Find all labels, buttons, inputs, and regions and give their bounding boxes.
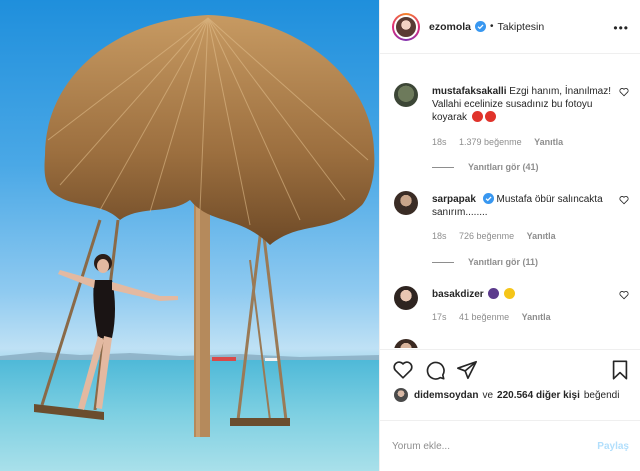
view-replies-button[interactable]: Yanıtları gör (11) bbox=[432, 257, 538, 267]
comment-time: 18s bbox=[432, 231, 447, 241]
post-side-panel: ezomola • Takiptesin ••• mustafaksakalli… bbox=[379, 0, 640, 471]
post-comment-button[interactable]: Paylaş bbox=[597, 441, 629, 452]
comment-likes[interactable]: 41 beğenme bbox=[459, 312, 509, 322]
verified-badge-icon bbox=[475, 21, 487, 32]
comment-likes[interactable]: 726 beğenme bbox=[459, 231, 514, 241]
heart-icon[interactable] bbox=[392, 359, 414, 381]
add-comment-bar: Paylaş bbox=[380, 420, 640, 471]
angry-emoji-icon bbox=[484, 111, 496, 122]
reply-button[interactable]: Yanıtla bbox=[534, 137, 563, 147]
bookmark-icon[interactable] bbox=[609, 359, 631, 381]
comment-text-block: basakdizer bbox=[432, 288, 612, 301]
comments-list: mustafaksakalli Ezgi hanım, İnanılmaz! V… bbox=[380, 55, 640, 348]
post-photo[interactable] bbox=[0, 0, 379, 471]
likes-suffix: beğendi bbox=[583, 389, 620, 401]
post-header: ezomola • Takiptesin ••• bbox=[380, 0, 640, 54]
likes-connector: ve bbox=[482, 389, 494, 401]
comment-meta: 18s 1.379 beğenme Yanıtla bbox=[432, 137, 573, 147]
separator-dot: • bbox=[490, 21, 494, 32]
like-comment-heart-icon[interactable] bbox=[619, 195, 629, 205]
commenter-avatar[interactable] bbox=[394, 339, 418, 348]
comment-meta: 18s 726 beğenme Yanıtla bbox=[432, 231, 566, 241]
comment-username[interactable]: mustafaksakalli bbox=[432, 86, 507, 97]
comment-username[interactable]: sarpapak bbox=[432, 194, 476, 205]
comment-likes[interactable]: 1.379 beğenme bbox=[459, 137, 522, 147]
like-comment-heart-icon[interactable] bbox=[619, 87, 629, 97]
share-icon[interactable] bbox=[456, 359, 478, 381]
likes-count[interactable]: 220.564 diğer kişi bbox=[497, 390, 580, 401]
reply-button[interactable]: Yanıtla bbox=[527, 231, 556, 241]
beach-umbrella-swing-image bbox=[0, 15, 379, 471]
comment-time: 17s bbox=[432, 312, 447, 322]
commenter-avatar[interactable] bbox=[394, 286, 418, 310]
comment-text-block: mustafaksakalli Ezgi hanım, İnanılmaz! V… bbox=[432, 85, 612, 124]
grinning-emoji-icon bbox=[504, 288, 516, 299]
comment-username[interactable]: basakdizer bbox=[432, 289, 484, 300]
verified-badge-icon bbox=[482, 193, 494, 204]
comment-time: 18s bbox=[432, 137, 447, 147]
author-avatar[interactable] bbox=[392, 12, 420, 41]
author-username[interactable]: ezomola bbox=[429, 21, 471, 33]
comment-input[interactable] bbox=[392, 440, 598, 452]
more-icon[interactable]: ••• bbox=[613, 21, 629, 35]
commenter-avatar[interactable] bbox=[394, 83, 418, 107]
comment-text-block: sarpapak Mustafa öbür salıncakta sanırım… bbox=[432, 193, 612, 219]
angry-emoji-icon bbox=[471, 111, 483, 122]
view-replies-button[interactable]: Yanıtları gör (41) bbox=[432, 162, 539, 172]
liker-avatar[interactable] bbox=[394, 388, 408, 402]
likes-summary: didemsoydan ve 220.564 diğer kişi beğend… bbox=[394, 387, 634, 403]
reply-button[interactable]: Yanıtla bbox=[522, 312, 551, 322]
star-struck-emoji-icon bbox=[488, 288, 500, 299]
comment-icon[interactable] bbox=[424, 359, 446, 381]
like-comment-heart-icon[interactable] bbox=[619, 290, 629, 300]
comment-meta: 17s 41 beğenme Yanıtla bbox=[432, 312, 561, 322]
commenter-avatar[interactable] bbox=[394, 191, 418, 215]
liker-username[interactable]: didemsoydan bbox=[414, 390, 478, 401]
follow-status[interactable]: Takiptesin bbox=[498, 21, 545, 33]
action-bar bbox=[380, 349, 640, 387]
